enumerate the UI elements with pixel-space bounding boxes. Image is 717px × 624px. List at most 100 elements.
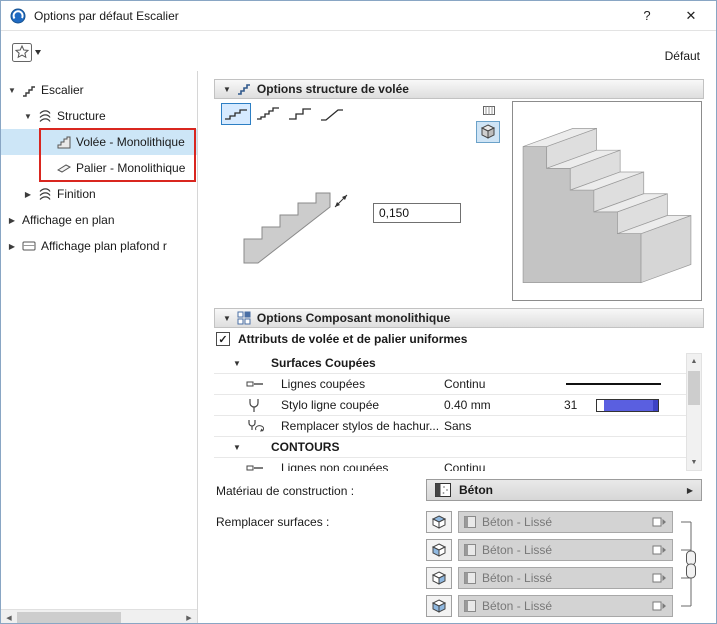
tree-collapse-icon[interactable]: ▶ xyxy=(23,190,33,199)
table-section-row[interactable]: ▼ CONTOURS xyxy=(214,437,686,458)
surface-picker-icon[interactable] xyxy=(652,572,667,584)
flight-structure-panel-header[interactable]: ▼ Options structure de volée xyxy=(214,79,704,99)
section-collapse-icon[interactable]: ▼ xyxy=(233,443,241,452)
ceiling-plan-icon xyxy=(22,240,36,252)
surface-face-left-button[interactable] xyxy=(426,539,452,561)
monolithic-panel-header[interactable]: ▼ Options Composant monolithique xyxy=(214,308,704,328)
close-button[interactable]: ✕ xyxy=(674,1,708,30)
row-value[interactable]: Sans xyxy=(444,419,471,433)
panel-collapse-icon[interactable]: ▼ xyxy=(223,314,231,323)
building-material-dropdown[interactable]: Béton ▶ xyxy=(426,479,702,501)
pen-number: 31 xyxy=(564,398,578,412)
pen-color-swatch[interactable] xyxy=(596,399,659,412)
surface-chip-icon xyxy=(464,600,476,612)
tree-expand-icon[interactable]: ▼ xyxy=(23,112,33,121)
sidebar-item-volee-monolithique[interactable]: Volée - Monolithique xyxy=(1,129,197,155)
landing-slab-icon xyxy=(57,161,71,175)
segment-type-4-button[interactable] xyxy=(317,103,347,125)
app-icon xyxy=(10,8,26,24)
table-row[interactable]: Lignes coupées Continu xyxy=(214,374,686,395)
panel-collapse-icon[interactable]: ▼ xyxy=(223,85,231,94)
help-button[interactable]: ? xyxy=(630,1,664,30)
material-chip-icon xyxy=(435,482,451,498)
section-collapse-icon[interactable]: ▼ xyxy=(233,359,241,368)
row-value[interactable]: Continu xyxy=(444,377,485,391)
stair-3d-render xyxy=(522,127,692,284)
segment-type-stepped-button[interactable] xyxy=(221,103,251,125)
window-title: Options par défaut Escalier xyxy=(34,8,179,23)
surface-picker-icon[interactable] xyxy=(652,600,667,612)
scroll-up-icon[interactable]: ▲ xyxy=(687,354,701,369)
chain-link-icon xyxy=(681,521,696,607)
row-label: Stylo ligne coupée xyxy=(281,398,380,412)
sidebar-divider xyxy=(197,71,198,623)
sidebar-item-escalier[interactable]: ▼ Escalier xyxy=(1,77,197,103)
spring-icon xyxy=(38,109,52,123)
sidebar-item-affichage-plafond[interactable]: ▶ Affichage plan plafond r xyxy=(1,233,197,259)
finish-icon xyxy=(38,187,52,201)
stair-3d-preview xyxy=(512,101,702,301)
table-row[interactable]: Lignes non coupées Continu xyxy=(214,458,686,471)
row-value[interactable]: 0.40 mm xyxy=(444,398,491,412)
scroll-down-icon[interactable]: ▼ xyxy=(687,455,701,470)
section-label: CONTOURS xyxy=(271,440,340,454)
dropdown-arrow-icon: ▶ xyxy=(686,485,693,495)
tree-collapse-icon[interactable]: ▶ xyxy=(7,242,17,251)
surface-face-right-button[interactable] xyxy=(426,567,452,589)
line-style-sample xyxy=(566,383,661,385)
tree-collapse-icon[interactable]: ▶ xyxy=(7,216,17,225)
component-grid-icon xyxy=(237,311,251,325)
surface-face-top-button[interactable] xyxy=(426,511,452,533)
cube-3d-icon xyxy=(480,124,496,139)
building-material-label: Matériau de construction : xyxy=(216,484,355,498)
surface-picker-icon[interactable] xyxy=(652,544,667,556)
sidebar-horizontal-scrollbar[interactable]: ◀ ▶ xyxy=(1,609,197,623)
line-type-icon xyxy=(246,461,264,471)
segment-type-2-button[interactable] xyxy=(253,103,283,125)
tree-expand-icon[interactable]: ▼ xyxy=(7,86,17,95)
uniform-attributes-label: Attributs de volée et de palier uniforme… xyxy=(238,332,468,346)
panel-title: Options Composant monolithique xyxy=(256,311,451,325)
sidebar-item-affichage-en-plan[interactable]: ▶ Affichage en plan xyxy=(1,207,197,233)
surface-override-dropdown[interactable]: Béton - Lissé xyxy=(458,511,673,533)
table-row[interactable]: Remplacer stylos de hachur... Sans xyxy=(214,416,686,437)
tree-item-label: Palier - Monolithique xyxy=(76,161,186,175)
tree-item-label: Finition xyxy=(57,187,96,201)
scrollbar-thumb[interactable] xyxy=(688,371,700,405)
tree-item-label: Volée - Monolithique xyxy=(76,135,185,149)
table-section-row[interactable]: ▼ Surfaces Coupées xyxy=(214,353,686,374)
scrollbar-thumb[interactable] xyxy=(17,612,121,623)
3d-preview-toggle[interactable] xyxy=(476,121,500,143)
table-row[interactable]: Stylo ligne coupée 0.40 mm 31 xyxy=(214,395,686,416)
titlebar: Options par défaut Escalier ? ✕ xyxy=(1,1,716,31)
surface-override-dropdown[interactable]: Béton - Lissé xyxy=(458,595,673,617)
surface-override-value: Béton - Lissé xyxy=(482,599,553,613)
uniform-attributes-checkbox[interactable]: ✓ xyxy=(216,332,230,346)
scroll-right-icon[interactable]: ▶ xyxy=(181,610,197,623)
surface-override-dropdown[interactable]: Béton - Lissé xyxy=(458,539,673,561)
scroll-left-icon[interactable]: ◀ xyxy=(1,610,17,623)
row-value[interactable]: Continu xyxy=(444,461,485,471)
favorites-button[interactable] xyxy=(11,39,51,67)
default-state-label: Défaut xyxy=(664,49,700,63)
surface-override-dropdown[interactable]: Béton - Lissé xyxy=(458,567,673,589)
sidebar-item-palier-monolithique[interactable]: Palier - Monolithique xyxy=(1,155,197,181)
riser-height-input[interactable] xyxy=(373,203,461,223)
segment-type-3-button[interactable] xyxy=(285,103,315,125)
surface-override-value: Béton - Lissé xyxy=(482,515,553,529)
sidebar-item-finition[interactable]: ▶ Finition xyxy=(1,181,197,207)
row-label: Lignes coupées xyxy=(281,377,366,391)
section-label: Surfaces Coupées xyxy=(271,356,376,370)
pen-icon xyxy=(246,397,262,413)
sidebar-item-structure[interactable]: ▼ Structure xyxy=(1,103,197,129)
surface-picker-icon[interactable] xyxy=(652,516,667,528)
surface-face-bottom-button[interactable] xyxy=(426,595,452,617)
check-icon: ✓ xyxy=(218,333,228,346)
surface-override-value: Béton - Lissé xyxy=(482,571,553,585)
row-label: Remplacer stylos de hachur... xyxy=(281,419,440,433)
surface-link-toggle[interactable] xyxy=(677,511,701,619)
plan-preview-toggle[interactable] xyxy=(479,101,499,119)
flight-structure-icon xyxy=(237,82,251,96)
table-scrollbar[interactable]: ▲ ▼ xyxy=(686,353,702,471)
building-material-value: Béton xyxy=(459,483,493,497)
